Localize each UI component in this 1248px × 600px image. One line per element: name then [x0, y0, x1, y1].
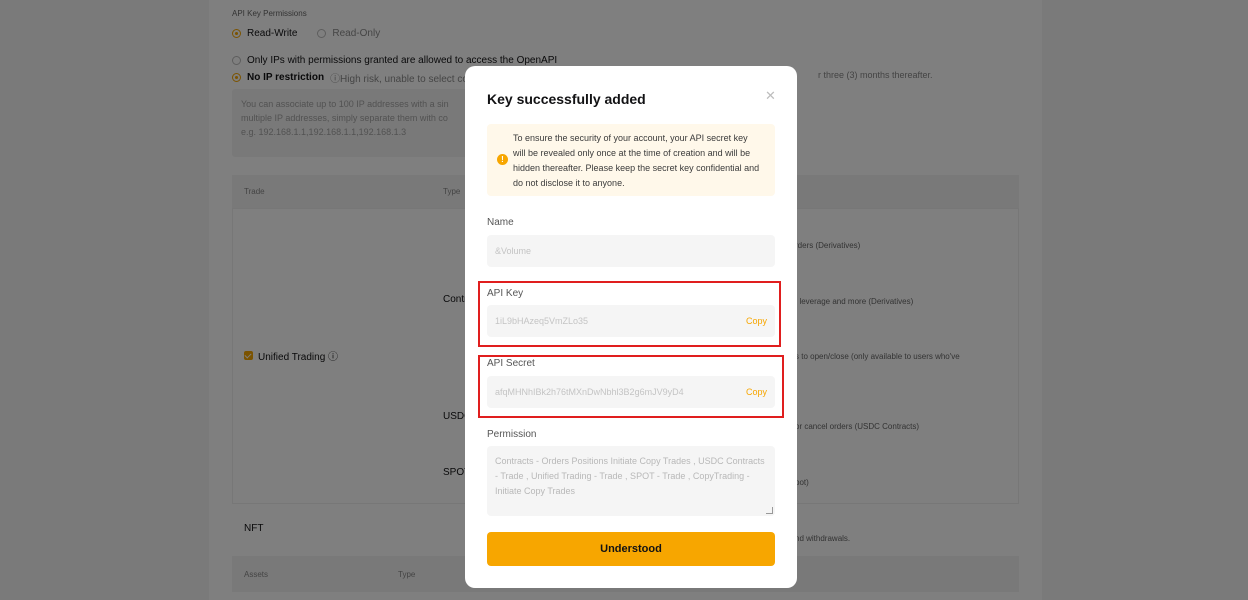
security-notice-text: To ensure the security of your account, …: [513, 133, 760, 188]
modal-title: Key successfully added: [487, 91, 646, 107]
copy-api-key-button[interactable]: Copy: [746, 316, 767, 326]
permission-value: Contracts - Orders Positions Initiate Co…: [495, 456, 765, 496]
api-secret-value: afqMHNhIBk2h76tMXnDwNbhl3B2g6mJV9yD4: [495, 387, 684, 397]
api-key-field[interactable]: 1iL9bHAzeq5VmZLo35 Copy: [487, 305, 775, 337]
api-key-value: 1iL9bHAzeq5VmZLo35: [495, 316, 589, 326]
name-field[interactable]: &Volume: [487, 235, 775, 267]
resize-handle-icon[interactable]: [766, 507, 773, 514]
close-icon[interactable]: ✕: [765, 88, 776, 104]
api-secret-label: API Secret: [487, 358, 535, 369]
key-added-modal: Key successfully added ✕ ! To ensure the…: [465, 66, 797, 588]
copy-api-secret-button[interactable]: Copy: [746, 387, 767, 397]
security-notice: ! To ensure the security of your account…: [487, 124, 775, 196]
warning-icon: !: [497, 154, 508, 165]
permission-label: Permission: [487, 429, 537, 440]
api-key-label: API Key: [487, 288, 524, 299]
name-value: &Volume: [495, 246, 532, 256]
name-label: Name: [487, 217, 514, 228]
permission-textarea[interactable]: Contracts - Orders Positions Initiate Co…: [487, 446, 775, 516]
understood-button[interactable]: Understood: [487, 532, 775, 566]
api-secret-field[interactable]: afqMHNhIBk2h76tMXnDwNbhl3B2g6mJV9yD4 Cop…: [487, 376, 775, 408]
